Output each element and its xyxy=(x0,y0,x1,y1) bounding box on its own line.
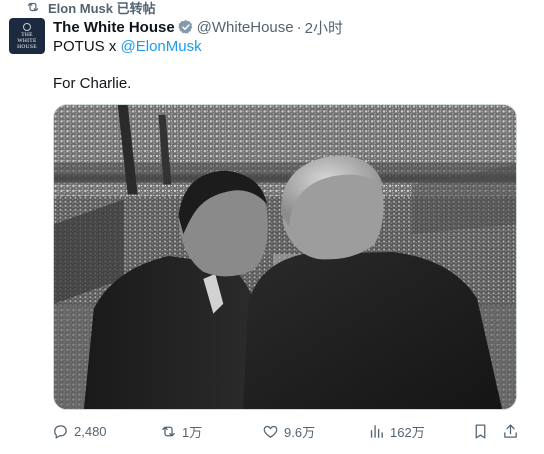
like-button[interactable]: 9.6万 xyxy=(262,421,315,441)
author-name[interactable]: The White House xyxy=(53,19,175,36)
bookmark-button[interactable] xyxy=(472,421,489,441)
like-count: 9.6万 xyxy=(284,424,316,440)
reply-button[interactable]: 2,480 xyxy=(52,421,107,441)
views-button[interactable]: 162万 xyxy=(368,421,425,441)
share-icon xyxy=(504,423,517,438)
mention-link[interactable]: @ElonMusk xyxy=(121,38,202,55)
reply-icon xyxy=(54,424,67,439)
repost-banner[interactable]: Elon Musk 已转帖 xyxy=(26,0,156,16)
avatar[interactable]: THE WHITE HOUSE xyxy=(9,18,45,54)
photo-content xyxy=(54,105,516,409)
post-header: The White House @WhiteHouse · 2小时 xyxy=(53,17,343,37)
bookmark-icon xyxy=(475,423,486,439)
share-button[interactable] xyxy=(502,421,519,441)
repost-count: 1万 xyxy=(182,424,203,440)
post-time[interactable]: 2小时 xyxy=(305,17,343,38)
repost-icon xyxy=(27,2,39,12)
post-photo[interactable] xyxy=(53,104,517,410)
repost-icon xyxy=(162,426,175,436)
author-handle[interactable]: @WhiteHouse xyxy=(197,19,294,36)
repost-banner-text: Elon Musk 已转帖 xyxy=(48,0,156,16)
heart-icon xyxy=(263,425,278,438)
seal-icon xyxy=(23,22,31,31)
post-text: For Charlie. xyxy=(53,75,132,92)
separator-dot: · xyxy=(296,18,302,36)
subtitle-prefix: POTUS x xyxy=(53,38,121,55)
views-count: 162万 xyxy=(390,424,425,440)
action-bar: 2,480 1万 9.6万 162万 xyxy=(52,421,520,441)
views-icon xyxy=(370,424,383,438)
reply-count: 2,480 xyxy=(74,423,107,439)
post-subtitle: POTUS x @ElonMusk xyxy=(53,38,202,56)
avatar-line: HOUSE xyxy=(17,43,37,50)
verified-badge-icon[interactable] xyxy=(178,19,194,35)
repost-button[interactable]: 1万 xyxy=(160,421,202,441)
